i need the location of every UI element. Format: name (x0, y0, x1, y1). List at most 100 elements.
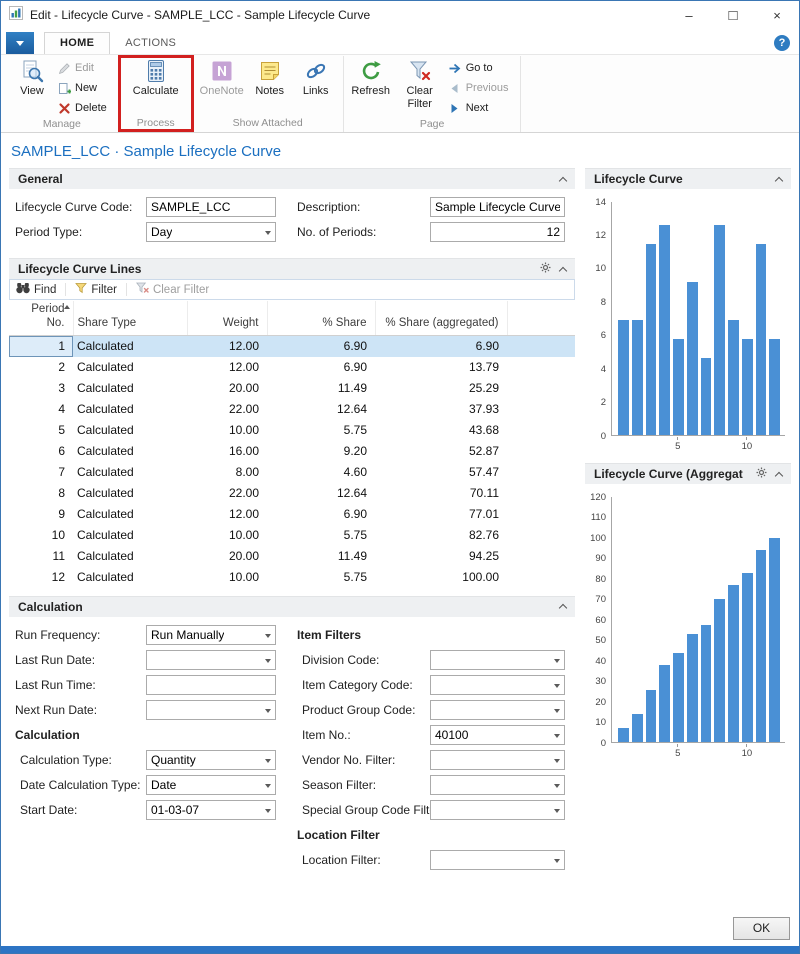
table-row[interactable]: 2Calculated12.006.9013.79 (9, 357, 575, 378)
minimize-button[interactable]: – (667, 1, 711, 29)
table-cell[interactable]: 10.00 (187, 420, 267, 441)
table-cell[interactable]: Calculated (73, 525, 187, 546)
table-cell[interactable]: 100.00 (375, 567, 507, 588)
dropdown-arrow-icon[interactable] (554, 759, 560, 766)
dropdown-arrow-icon[interactable] (265, 759, 271, 766)
table-cell[interactable]: Calculated (73, 441, 187, 462)
actions-gear-icon[interactable] (540, 262, 551, 276)
table-cell[interactable]: 13.79 (375, 357, 507, 378)
dropdown-arrow-icon[interactable] (554, 734, 560, 741)
table-cell[interactable]: 57.47 (375, 462, 507, 483)
goto-button[interactable]: Go to (446, 59, 517, 77)
table-cell[interactable]: Calculated (73, 504, 187, 525)
table-cell[interactable]: 12.64 (267, 483, 375, 504)
next-run-date-field[interactable] (146, 700, 276, 720)
table-cell[interactable]: 12.00 (187, 357, 267, 378)
table-cell[interactable]: Calculated (73, 462, 187, 483)
location-filter-field[interactable] (430, 850, 565, 870)
table-cell[interactable]: 20.00 (187, 378, 267, 399)
calculation-type-field[interactable]: Quantity (146, 750, 276, 770)
table-cell[interactable]: Calculated (73, 483, 187, 504)
table-cell[interactable]: 25.29 (375, 378, 507, 399)
table-cell[interactable]: 9 (9, 504, 73, 525)
clear-filter-button[interactable]: Clear Filter (394, 56, 446, 110)
period-type-field[interactable]: Day (146, 222, 276, 242)
table-cell[interactable]: 6.90 (267, 335, 375, 357)
table-cell[interactable]: 10.00 (187, 567, 267, 588)
season-filter-field[interactable] (430, 775, 565, 795)
description-field[interactable]: Sample Lifecycle Curve (430, 197, 565, 217)
table-cell[interactable]: 10.00 (187, 525, 267, 546)
table-cell[interactable]: 6.90 (267, 357, 375, 378)
delete-button[interactable]: Delete (55, 99, 115, 117)
table-row[interactable]: 12Calculated10.005.75100.00 (9, 567, 575, 588)
table-row[interactable]: 8Calculated22.0012.6470.11 (9, 483, 575, 504)
dropdown-arrow-icon[interactable] (265, 659, 271, 666)
table-cell[interactable]: 1 (9, 335, 73, 357)
vendor-no-filter-field[interactable] (430, 750, 565, 770)
tab-home[interactable]: HOME (44, 32, 110, 54)
table-row[interactable]: 4Calculated22.0012.6437.93 (9, 399, 575, 420)
table-cell[interactable]: 8 (9, 483, 73, 504)
table-cell[interactable]: 4.60 (267, 462, 375, 483)
table-cell[interactable]: Calculated (73, 546, 187, 567)
table-cell[interactable]: Calculated (73, 357, 187, 378)
table-cell[interactable]: 9.20 (267, 441, 375, 462)
filter-button[interactable]: Filter (75, 282, 117, 297)
column-header-weight[interactable]: Weight (187, 301, 267, 335)
item-no-field[interactable]: 40100 (430, 725, 565, 745)
next-button[interactable]: Next (446, 99, 517, 117)
dropdown-arrow-icon[interactable] (554, 809, 560, 816)
refresh-button[interactable]: Refresh (348, 56, 394, 98)
table-cell[interactable]: 2 (9, 357, 73, 378)
date-calculation-type-field[interactable]: Date (146, 775, 276, 795)
table-cell[interactable]: 6 (9, 441, 73, 462)
table-row[interactable]: 11Calculated20.0011.4994.25 (9, 546, 575, 567)
table-cell[interactable]: 3 (9, 378, 73, 399)
table-cell[interactable]: 20.00 (187, 546, 267, 567)
table-cell[interactable]: 6.90 (375, 335, 507, 357)
dropdown-arrow-icon[interactable] (554, 784, 560, 791)
table-row[interactable]: 3Calculated20.0011.4925.29 (9, 378, 575, 399)
table-cell[interactable]: Calculated (73, 567, 187, 588)
table-cell[interactable]: 12.00 (187, 335, 267, 357)
links-button[interactable]: Links (293, 56, 339, 98)
calculate-button[interactable]: Calculate (130, 56, 182, 98)
clear-filter-toolbar-button[interactable]: Clear Filter (136, 282, 209, 297)
table-cell[interactable]: 5.75 (267, 567, 375, 588)
onenote-button[interactable]: OneNote (197, 56, 247, 98)
maximize-button[interactable]: □ (711, 1, 755, 29)
dropdown-arrow-icon[interactable] (265, 809, 271, 816)
dropdown-arrow-icon[interactable] (554, 859, 560, 866)
table-cell[interactable]: Calculated (73, 335, 187, 357)
table-cell[interactable]: 8.00 (187, 462, 267, 483)
tab-actions[interactable]: ACTIONS (110, 33, 191, 54)
column-header-share[interactable]: % Share (267, 301, 375, 335)
notes-button[interactable]: Notes (247, 56, 293, 98)
dropdown-arrow-icon[interactable] (265, 784, 271, 791)
table-row[interactable]: 5Calculated10.005.7543.68 (9, 420, 575, 441)
table-cell[interactable]: 43.68 (375, 420, 507, 441)
table-cell[interactable]: 22.00 (187, 399, 267, 420)
table-cell[interactable]: 16.00 (187, 441, 267, 462)
chart-aggregated-header[interactable]: Lifecycle Curve (Aggregat (585, 463, 791, 484)
dropdown-arrow-icon[interactable] (265, 231, 271, 238)
dropdown-arrow-icon[interactable] (265, 709, 271, 716)
run-frequency-field[interactable]: Run Manually (146, 625, 276, 645)
column-header-share-aggregated[interactable]: % Share (aggregated) (375, 301, 507, 335)
table-cell[interactable]: 37.93 (375, 399, 507, 420)
last-run-time-field[interactable] (146, 675, 276, 695)
table-cell[interactable]: 12 (9, 567, 73, 588)
table-cell[interactable]: 22.00 (187, 483, 267, 504)
table-cell[interactable]: 12.64 (267, 399, 375, 420)
table-cell[interactable]: 11.49 (267, 378, 375, 399)
close-button[interactable]: × (755, 1, 799, 29)
table-cell[interactable]: 5 (9, 420, 73, 441)
section-calculation-header[interactable]: Calculation (9, 596, 575, 617)
dropdown-arrow-icon[interactable] (554, 709, 560, 716)
dropdown-arrow-icon[interactable] (265, 634, 271, 641)
column-header-period-no[interactable]: Period No. (9, 301, 73, 335)
table-row[interactable]: 10Calculated10.005.7582.76 (9, 525, 575, 546)
collapse-chevron-icon[interactable] (559, 604, 567, 612)
table-cell[interactable]: Calculated (73, 378, 187, 399)
